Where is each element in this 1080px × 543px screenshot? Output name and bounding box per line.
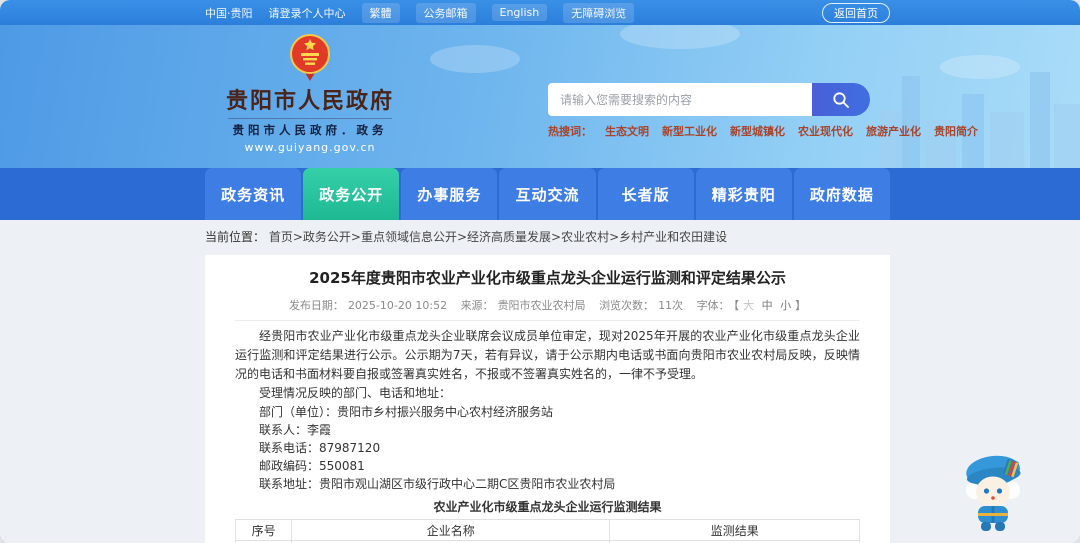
topbar-item-china-guiyang[interactable]: 中国·贵阳	[205, 5, 253, 21]
site-logo[interactable]: 贵阳市人民政府 贵阳市人民政府．政务 www.guiyang.gov.cn	[210, 33, 410, 154]
hot-word-link[interactable]: 农业现代化	[798, 123, 853, 139]
nav-tab-zhengfu-shuju[interactable]: 政府数据	[793, 168, 890, 220]
breadcrumb-label: 当前位置：	[205, 230, 266, 244]
nav-tab-zhengwu-zixun[interactable]: 政务资讯	[205, 168, 302, 220]
hot-search-label: 热搜词：	[548, 125, 592, 138]
skyline-decoration	[1054, 104, 1080, 168]
skyline-decoration	[990, 112, 1024, 168]
table-header-row: 序号 企业名称 监测结果	[234, 519, 860, 541]
article-paragraph: 受理情况反映的部门、电话和地址：	[259, 386, 452, 400]
topbar-item-traditional-chinese[interactable]: 繁體	[361, 2, 400, 23]
article-meta: 发布日期： 2025-10-20 10:52 来源： 贵阳市农业农村局 浏览次数： 1…	[235, 297, 860, 313]
nav-tab-zhangzheban[interactable]: 长者版	[597, 168, 694, 220]
article-card: 2025年度贵阳市农业产业化市级重点龙头企业运行监测和评定结果公示 发布日期： 2…	[205, 255, 890, 543]
nav-tab-zhengwu-gongkai[interactable]: 政务公开	[303, 168, 400, 220]
source-value: 贵阳市农业农村局	[497, 299, 586, 312]
publish-date-value: 2025-10-20 10:52	[347, 299, 448, 312]
hot-word-link[interactable]: 生态文明	[605, 123, 649, 139]
skyline-decoration	[902, 76, 920, 168]
cloud-decoration	[430, 45, 520, 73]
nav-tab-jingcai-guiyang[interactable]: 精彩贵阳	[695, 168, 792, 220]
article-paragraph: 经贵阳市农业产业化市级重点龙头企业联席会议成员单位审定，现对2025年开展的农业…	[235, 329, 860, 381]
breadcrumb-path[interactable]: 首页>政务公开>重点领域信息公开>经济高质量发展>农业农村>乡村产业和农田建设	[269, 230, 727, 244]
hot-word-link[interactable]: 旅游产业化	[866, 123, 921, 139]
contact-address: 联系地址：贵阳市观山湖区市级行政中心二期C区贵阳市农业农村局	[259, 477, 616, 491]
hot-search-words: 热搜词： 生态文明 新型工业化 新型城镇化 农业现代化 旅游产业化 贵阳简介	[548, 123, 978, 139]
skyline-decoration	[1030, 72, 1050, 168]
search-area: 热搜词： 生态文明 新型工业化 新型城镇化 农业现代化 旅游产业化 贵阳简介	[548, 83, 978, 139]
contact-postcode: 邮政编码：550081	[259, 459, 365, 473]
nav-tab-hudong-jiaoliu[interactable]: 互动交流	[499, 168, 596, 220]
title-divider	[228, 118, 392, 119]
views-value: 11次	[658, 299, 684, 312]
font-size-large-button[interactable]: 大	[743, 299, 754, 312]
hot-word-link[interactable]: 新型工业化	[662, 123, 717, 139]
topbar-item-english[interactable]: English	[491, 4, 548, 21]
hot-word-link[interactable]: 新型城镇化	[730, 123, 785, 139]
search-button[interactable]	[812, 83, 870, 116]
topbar-item-login-center[interactable]: 请登录个人中心	[269, 5, 346, 21]
publish-date-label: 发布日期：	[288, 299, 344, 312]
table-caption: 农业产业化市级重点龙头企业运行监测结果	[433, 500, 662, 514]
site-title: 贵阳市人民政府	[225, 89, 394, 114]
national-emblem-icon	[290, 34, 330, 81]
meta-divider	[235, 320, 860, 321]
assistant-mascot[interactable]	[952, 448, 1034, 538]
col-header-serial: 序号	[234, 519, 293, 541]
bracket: 【	[733, 299, 740, 312]
return-home-button[interactable]: 返回首页	[822, 2, 890, 23]
font-size-label: 字体：	[696, 299, 730, 312]
site-url: www.guiyang.gov.cn	[244, 141, 376, 154]
top-utility-bar: 中国·贵阳 请登录个人中心 繁體 公务邮箱 English 无障碍浏览 返回首页	[0, 0, 1080, 25]
main-nav: 政务资讯 政务公开 办事服务 互动交流 长者版 精彩贵阳 政府数据	[0, 168, 1080, 220]
assistant-mascot-icon	[966, 455, 1021, 531]
page: 中国·贵阳 请登录个人中心 繁體 公务邮箱 English 无障碍浏览 返回首页	[0, 0, 1080, 543]
views-label: 浏览次数：	[599, 299, 655, 312]
contact-phone: 联系电话：87987120	[259, 441, 381, 455]
source-label: 来源：	[460, 299, 494, 312]
search-input[interactable]	[548, 83, 812, 116]
font-size-medium-button[interactable]: 中	[762, 299, 773, 312]
contact-person: 联系人：李霞	[259, 423, 332, 437]
font-size-small-button[interactable]: 小	[780, 299, 791, 312]
bracket: 】	[795, 299, 807, 312]
cloud-decoration	[940, 55, 1020, 79]
topbar-item-accessibility[interactable]: 无障碍浏览	[563, 2, 635, 23]
header-banner: 贵阳市人民政府 贵阳市人民政府．政务 www.guiyang.gov.cn 热搜…	[0, 25, 1080, 168]
monitoring-result-table: 序号 企业名称 监测结果 1 贵州合力超市采购有限公司 合格 2 贵州友禾种业有…	[234, 519, 860, 543]
topbar-item-official-mail[interactable]: 公务邮箱	[415, 2, 476, 23]
article-title: 2025年度贵阳市农业产业化市级重点龙头企业运行监测和评定结果公示	[309, 269, 786, 287]
contact-department: 部门（单位）：贵阳市乡村振兴服务中心农村经济服务站	[259, 405, 554, 419]
nav-tab-banshi-fuwu[interactable]: 办事服务	[401, 168, 498, 220]
cloud-decoration	[620, 25, 740, 49]
hot-word-link[interactable]: 贵阳简介	[934, 123, 978, 139]
search-icon	[833, 91, 849, 108]
breadcrumb: 当前位置： 首页>政务公开>重点领域信息公开>经济高质量发展>农业农村>乡村产业…	[205, 228, 727, 245]
col-header-company: 企业名称	[291, 519, 611, 541]
site-subtitle: 贵阳市人民政府．政务	[232, 123, 388, 137]
col-header-result: 监测结果	[609, 519, 860, 541]
